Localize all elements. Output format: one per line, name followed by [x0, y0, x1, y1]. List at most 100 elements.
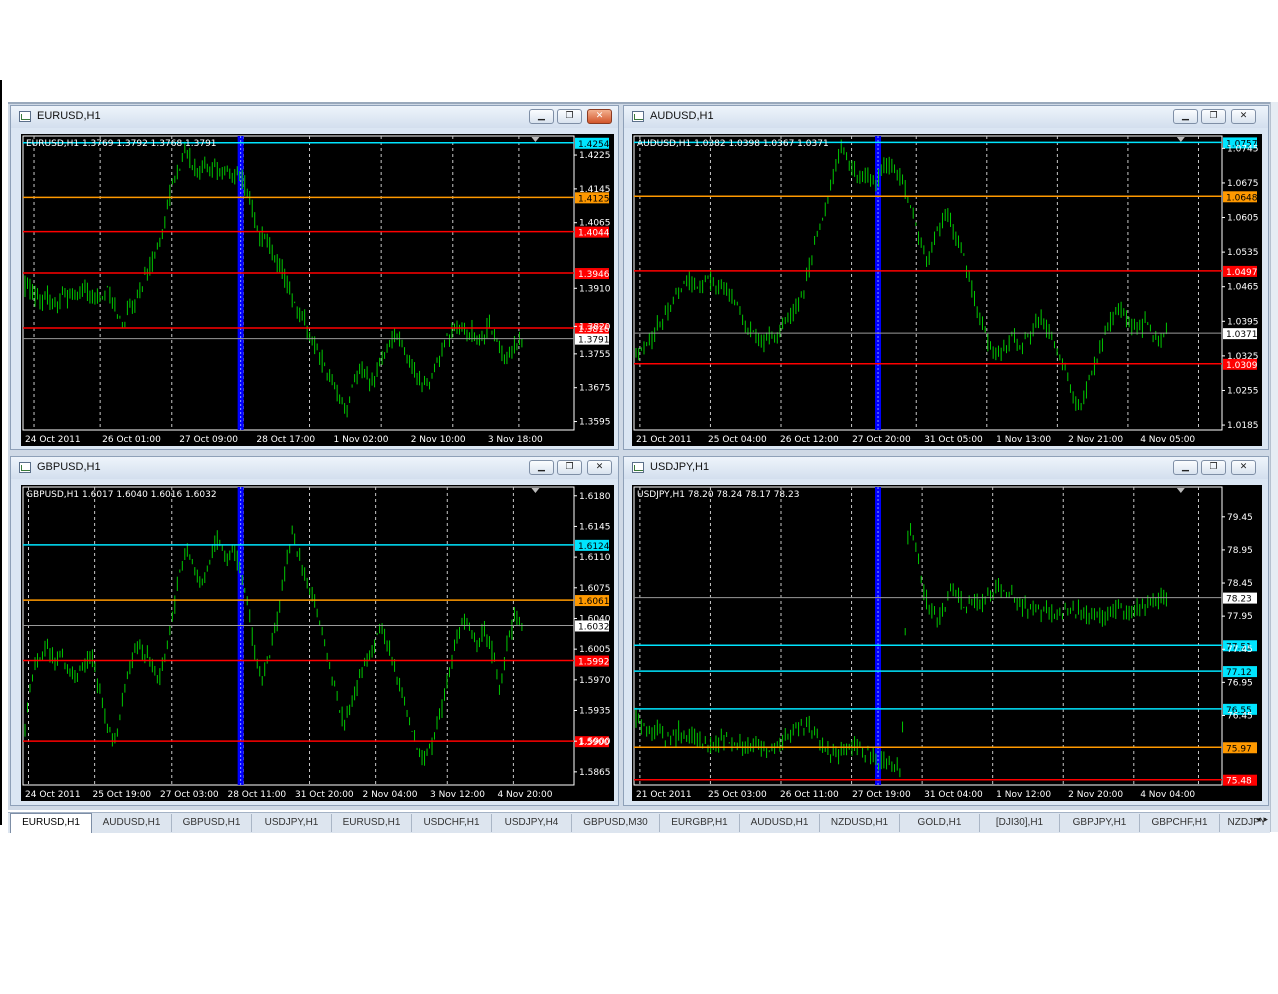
- x-tick-label: 2 Nov 04:00: [362, 790, 417, 800]
- chart-tab[interactable]: USDJPY,H1: [252, 814, 332, 832]
- window-titlebar[interactable]: AUDUSD,H1 ▁ ❐ ✕: [624, 106, 1268, 128]
- y-tick-label: 1.6110: [579, 553, 611, 563]
- price-chart[interactable]: 1.4254 1.4125 1.4044 1.3946 1.3816 1.3791 1.42…: [21, 134, 614, 446]
- chart-tab[interactable]: GBPCHF,H1: [1140, 814, 1220, 832]
- y-tick-label: 78.95: [1227, 546, 1253, 556]
- y-tick-label: 77.95: [1227, 612, 1253, 622]
- plot-frame: [22, 135, 575, 431]
- x-tick-label: 4 Nov 04:00: [1140, 790, 1195, 800]
- chart-tab[interactable]: GBPUSD,M30: [572, 814, 660, 832]
- restore-button[interactable]: ❐: [557, 460, 582, 475]
- x-tick-label: 27 Oct 09:00: [179, 435, 238, 445]
- price-chart[interactable]: 1.6124 1.6061 1.5992 1.5900 1.6032 1.6180 1.61…: [21, 485, 614, 801]
- price-level-label: 1.3946: [578, 270, 610, 280]
- x-tick-label: 1 Nov 02:00: [334, 435, 389, 445]
- chart-shift-icon: [1176, 137, 1185, 142]
- y-tick-label: 1.6040: [579, 614, 611, 624]
- close-button[interactable]: ✕: [1231, 460, 1256, 475]
- y-tick-label: 1.3820: [579, 322, 611, 332]
- price-chart[interactable]: 77.51 77.12 76.55 75.97 75.48 78.23 79.45 78.95…: [632, 485, 1262, 801]
- chart-window-gbpusd[interactable]: GBPUSD,H1 ▁ ❐ ✕ 1.6124 1.6061 1.5992 1.5900…: [10, 456, 619, 806]
- chart-window-usdjpy[interactable]: USDJPY,H1 ▁ ❐ ✕ 77.51 77.12 76.55 75.97 75.4…: [623, 456, 1269, 806]
- window-title: AUDUSD,H1: [650, 110, 714, 122]
- y-tick-label: 1.0325: [1227, 352, 1259, 362]
- y-tick-label: 1.0745: [1227, 144, 1259, 154]
- x-tick-label: 27 Oct 20:00: [852, 435, 911, 445]
- y-tick-label: 1.0675: [1227, 179, 1259, 189]
- chart-tab[interactable]: USDJPY,H4: [492, 814, 572, 832]
- x-tick-label: 26 Oct 12:00: [780, 435, 839, 445]
- minimize-button[interactable]: ▁: [529, 460, 554, 475]
- price-level-label: 1.5992: [578, 658, 610, 668]
- window-title: USDJPY,H1: [650, 461, 710, 473]
- current-price-label: 1.0371: [1226, 330, 1258, 340]
- x-tick-label: 24 Oct 2011: [25, 790, 81, 800]
- chart-window-icon: [632, 462, 644, 473]
- x-tick-label: 26 Oct 01:00: [102, 435, 161, 445]
- x-tick-label: 26 Oct 11:00: [780, 790, 839, 800]
- y-tick-label: 78.45: [1227, 579, 1253, 589]
- window-title: GBPUSD,H1: [37, 461, 101, 473]
- price-level-label: 1.6061: [578, 597, 610, 607]
- chart-tab[interactable]: AUDUSD,H1: [740, 814, 820, 832]
- chart-window-icon: [632, 111, 644, 122]
- chart-window-eurusd[interactable]: EURUSD,H1 ▁ ❐ ✕ 1.4254 1.4125 1.4044 1.3946…: [10, 105, 619, 450]
- x-tick-label: 31 Oct 05:00: [924, 435, 983, 445]
- minimize-button[interactable]: ▁: [529, 109, 554, 124]
- x-tick-label: 3 Nov 18:00: [488, 435, 543, 445]
- chart-tab[interactable]: GBPJPY,H1: [1060, 814, 1140, 832]
- price-level-label: 75.97: [1226, 744, 1252, 754]
- price-chart-svg: 1.61241.60611.59921.59001.60321.61801.61…: [22, 486, 611, 800]
- price-level-label: 77.12: [1226, 668, 1252, 678]
- chart-info-label: USDJPY,H1 78.20 78.24 78.17 78.23: [637, 490, 799, 500]
- chart-window-icon: [19, 462, 31, 473]
- tab-scroll-arrows[interactable]: ◂ ▸: [1256, 815, 1268, 825]
- y-tick-label: 1.6145: [579, 522, 611, 532]
- x-tick-label: 1 Nov 13:00: [996, 435, 1051, 445]
- close-button[interactable]: ✕: [1231, 109, 1256, 124]
- close-button[interactable]: ✕: [587, 109, 612, 124]
- chart-window-audusd[interactable]: AUDUSD,H1 ▁ ❐ ✕ 1.0757 1.0648 1.0497 1.0309…: [623, 105, 1269, 450]
- chart-tab[interactable]: [DJI30],H1: [980, 814, 1060, 832]
- chart-tab[interactable]: EURUSD,H1: [332, 814, 412, 832]
- x-tick-label: 2 Nov 20:00: [1068, 790, 1123, 800]
- plot-frame: [633, 135, 1223, 431]
- chart-tab[interactable]: GOLD,H1: [900, 814, 980, 832]
- x-tick-label: 4 Nov 20:00: [497, 790, 552, 800]
- price-level-label: 75.48: [1226, 777, 1252, 787]
- window-titlebar[interactable]: GBPUSD,H1 ▁ ❐ ✕: [11, 457, 618, 479]
- window-titlebar[interactable]: USDJPY,H1 ▁ ❐ ✕: [624, 457, 1268, 479]
- chart-tab[interactable]: EURGBP,H1: [660, 814, 740, 832]
- minimize-button[interactable]: ▁: [1173, 460, 1198, 475]
- plot-frame: [22, 486, 575, 786]
- y-tick-label: 1.0185: [1227, 421, 1259, 431]
- price-level-label: 1.0497: [1226, 268, 1258, 278]
- x-tick-label: 27 Oct 03:00: [160, 790, 219, 800]
- y-tick-label: 1.0395: [1227, 317, 1259, 327]
- minimize-button[interactable]: ▁: [1173, 109, 1198, 124]
- price-chart[interactable]: 1.0757 1.0648 1.0497 1.0309 1.0371 1.0745 1.06…: [632, 134, 1262, 446]
- x-tick-label: 21 Oct 2011: [636, 435, 692, 445]
- window-titlebar[interactable]: EURUSD,H1 ▁ ❐ ✕: [11, 106, 618, 128]
- price-chart-svg: 1.07571.06481.04971.03091.03711.07451.06…: [633, 135, 1259, 445]
- restore-button[interactable]: ❐: [1201, 460, 1226, 475]
- chart-tab[interactable]: AUDUSD,H1: [92, 814, 172, 832]
- x-tick-label: 27 Oct 19:00: [852, 790, 911, 800]
- close-button[interactable]: ✕: [587, 460, 612, 475]
- restore-button[interactable]: ❐: [557, 109, 582, 124]
- y-tick-label: 1.0605: [1227, 214, 1259, 224]
- y-tick-label: 1.0465: [1227, 283, 1259, 293]
- y-tick-label: 1.3595: [579, 418, 611, 428]
- chart-tab[interactable]: EURUSD,H1: [10, 813, 92, 833]
- restore-button[interactable]: ❐: [1201, 109, 1226, 124]
- x-tick-label: 2 Nov 10:00: [411, 435, 466, 445]
- chart-info-label: EURUSD,H1 1.3769 1.3792 1.3768 1.3791: [26, 139, 217, 149]
- chart-tab[interactable]: GBPUSD,H1: [172, 814, 252, 832]
- y-tick-label: 1.0255: [1227, 386, 1259, 396]
- chart-tab[interactable]: USDCHF,H1: [412, 814, 492, 832]
- x-tick-label: 31 Oct 04:00: [924, 790, 983, 800]
- chart-tab[interactable]: NZDUSD,H1: [820, 814, 900, 832]
- x-tick-label: 28 Oct 11:00: [227, 790, 286, 800]
- screen-edge: [0, 80, 2, 825]
- price-level-label: 1.4125: [578, 194, 610, 204]
